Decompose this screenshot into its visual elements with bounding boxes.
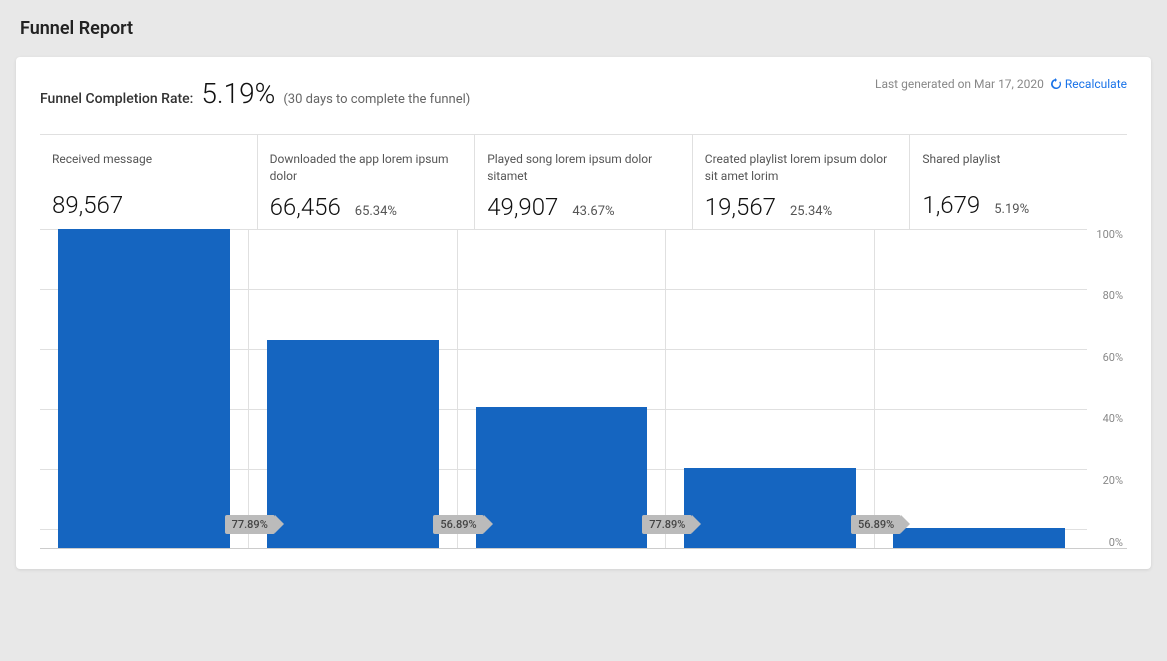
funnel-steps: Received message 89,567 Downloaded the app…	[40, 134, 1127, 229]
step-label-3: Created playlist lorem ipsum dolor sit a…	[705, 151, 898, 185]
arrow-badge-text-1: 56.89%	[433, 515, 483, 534]
step-percent-1: 65.34%	[355, 204, 397, 219]
step-value-2: 49,907	[487, 193, 558, 221]
arrow-badge-text-2: 77.89%	[642, 515, 692, 534]
arrow-chevron-0	[275, 515, 284, 533]
bar-4	[893, 528, 1065, 547]
y-label-2: 60%	[1103, 352, 1123, 363]
y-axis: 100% 80% 60% 40% 20% 0%	[1083, 229, 1127, 549]
funnel-step-0: Received message 89,567	[40, 135, 258, 229]
funnel-step-4: Shared playlist 1,679 5.19%	[910, 135, 1127, 229]
bar-2	[476, 407, 648, 548]
step-percent-2: 43.67%	[572, 204, 614, 219]
arrow-badge-3: 56.89%	[851, 515, 910, 534]
page-header: Funnel Report	[0, 0, 1167, 57]
step-value-0: 89,567	[52, 191, 123, 219]
arrow-badge-0: 77.89%	[225, 515, 284, 534]
header-right: Last generated on Mar 17, 2020 Recalcula…	[875, 77, 1127, 91]
main-chart: 77.89%56.89%77.89%56.89% 100%80%60%40%20…	[40, 229, 1127, 549]
bar-3	[684, 468, 856, 548]
arrow-badge-1: 56.89%	[433, 515, 492, 534]
arrow-chevron-1	[484, 515, 493, 533]
step-percent-3: 25.34%	[790, 204, 832, 219]
completion-rate-value: 5.19%	[201, 77, 275, 110]
bar-1	[267, 340, 439, 548]
funnel-step-2: Played song lorem ipsum dolor sitamet 49,…	[475, 135, 693, 229]
page-title: Funnel Report	[20, 18, 1147, 39]
completion-rate-section: Funnel Completion Rate: 5.19% (30 days t…	[40, 77, 470, 110]
bar-column-3: 56.89%	[666, 229, 875, 548]
step-label-0: Received message	[52, 151, 245, 183]
y-label-3: 40%	[1103, 413, 1123, 424]
step-label-1: Downloaded the app lorem ipsum dolor	[270, 151, 463, 185]
completion-rate-label: Funnel Completion Rate:	[40, 91, 193, 107]
funnel-card: Funnel Completion Rate: 5.19% (30 days t…	[16, 57, 1151, 569]
y-label-5: 0%	[1109, 537, 1123, 548]
completion-rate-note: (30 days to complete the funnel)	[283, 92, 470, 107]
arrow-badge-text-0: 77.89%	[225, 515, 275, 534]
funnel-step-1: Downloaded the app lorem ipsum dolor 66,4…	[258, 135, 476, 229]
bars-and-axis: 77.89%56.89%77.89%56.89% 100%80%60%40%20…	[40, 229, 1127, 549]
arrow-badge-text-3: 56.89%	[851, 515, 901, 534]
y-label-0: 100%	[1096, 229, 1123, 240]
chart-wrapper: 77.89%56.89%77.89%56.89% 100%80%60%40%20…	[40, 229, 1127, 549]
bar-0	[58, 229, 230, 548]
card-header: Funnel Completion Rate: 5.19% (30 days t…	[40, 77, 1127, 110]
bar-column-4	[875, 229, 1083, 548]
step-value-3: 19,567	[705, 193, 776, 221]
step-label-2: Played song lorem ipsum dolor sitamet	[487, 151, 680, 185]
step-value-1: 66,456	[270, 193, 341, 221]
bar-column-2: 77.89%	[458, 229, 667, 548]
bar-column-0: 77.89%	[40, 229, 249, 548]
recalculate-icon	[1050, 78, 1062, 90]
arrow-chevron-3	[901, 515, 910, 533]
y-label-1: 80%	[1103, 290, 1123, 301]
funnel-step-3: Created playlist lorem ipsum dolor sit a…	[693, 135, 911, 229]
step-percent-4: 5.19%	[994, 202, 1029, 217]
arrow-badge-2: 77.89%	[642, 515, 701, 534]
step-value-4: 1,679	[922, 191, 980, 219]
y-label-4: 20%	[1103, 475, 1123, 486]
arrow-chevron-2	[692, 515, 701, 533]
recalculate-button[interactable]: Recalculate	[1050, 77, 1127, 91]
last-generated-text: Last generated on Mar 17, 2020	[875, 77, 1044, 91]
bar-column-1: 56.89%	[249, 229, 458, 548]
bars-area: 77.89%56.89%77.89%56.89%	[40, 229, 1083, 549]
step-label-4: Shared playlist	[922, 151, 1115, 183]
